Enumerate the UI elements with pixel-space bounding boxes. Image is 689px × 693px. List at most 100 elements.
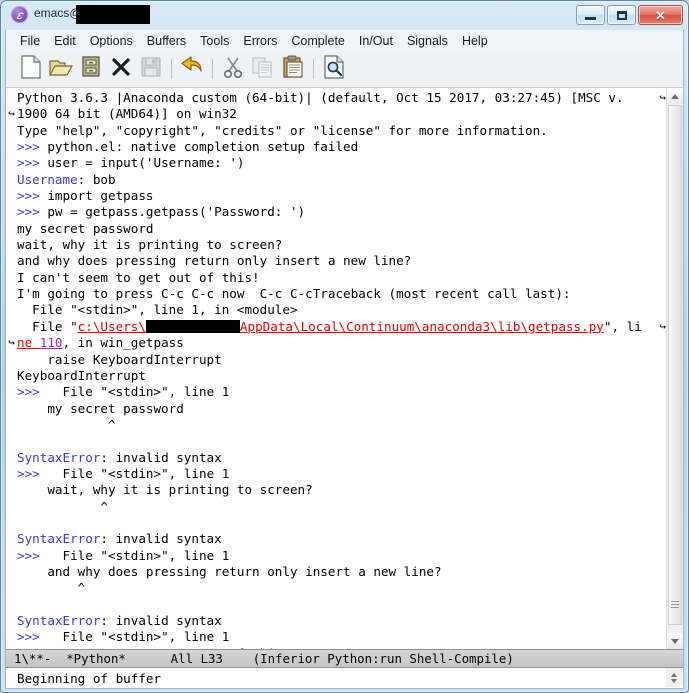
buffer-line: >>> File "<stdin>", line 1: [17, 466, 666, 482]
open-folder-icon: [48, 56, 74, 83]
buffer-text: File "<stdin>", line 1: [47, 547, 230, 563]
minibuffer-scroll-down-icon[interactable]: [671, 678, 677, 683]
minimize-button[interactable]: [576, 5, 605, 25]
close-buffer-button[interactable]: [106, 54, 136, 84]
save-icon: [140, 56, 162, 83]
copy-icon: [251, 56, 275, 83]
buffer-line: my secret password: [17, 401, 666, 417]
shell-prompt: >>>: [17, 465, 48, 481]
open-folder-button[interactable]: [46, 54, 76, 84]
minibuffer[interactable]: Beginning of buffer: [5, 668, 684, 689]
buffer-line: >>> File "<stdin>", line 1: [17, 384, 666, 400]
separator-3: [313, 59, 314, 79]
minibuffer-scrollbar[interactable]: [666, 668, 682, 687]
buffer-text: : invalid syntax: [100, 449, 222, 465]
buffer-text: SyntaxError: [17, 449, 101, 465]
buffer-line: >>> pw = getpass.getpass('Password: '): [17, 204, 666, 220]
scroll-grip-icon: [671, 599, 679, 610]
wrap-continuation-icon: ↪: [8, 107, 15, 121]
triangle-down-icon: [671, 638, 679, 644]
buffer-text: , in win_getpass: [62, 335, 184, 351]
buffer-text: Username: [17, 171, 78, 187]
buffer-line: raise KeyboardInterrupt: [17, 352, 666, 368]
search-button[interactable]: [319, 54, 349, 84]
new-file-button[interactable]: [16, 54, 46, 84]
search-icon: [323, 54, 345, 84]
buffer-line: >>> File "<stdin>", line 1: [17, 629, 666, 645]
shell-prompt: >>>: [17, 155, 48, 171]
minibuffer-text: Beginning of buffer: [17, 670, 162, 686]
save-as-icon: [80, 55, 102, 83]
scroll-thumb[interactable]: [668, 105, 682, 625]
toolbar: [5, 51, 684, 88]
scroll-down-arrow[interactable]: [667, 633, 683, 649]
buffer-line: and why does pressing return only insert…: [17, 564, 666, 580]
buffer-text: File "<stdin>", line 1: [47, 384, 230, 400]
close-button[interactable]: ✕: [638, 5, 683, 25]
buffer-line: I'm going to press C-c C-c now C-c C-cTr…: [17, 286, 666, 302]
menu-item-in-out[interactable]: In/Out: [352, 33, 400, 49]
buffer-text: and why does pressing return only insert…: [17, 253, 412, 269]
buffer-text: File "<stdin>", line 1, in <module>: [17, 302, 298, 318]
buffer-text: SyntaxError: [17, 531, 101, 547]
scroll-up-arrow[interactable]: [667, 88, 683, 104]
buffer-text: KeyboardInterrupt: [17, 367, 146, 383]
window-title: emacs@: [34, 6, 82, 20]
vertical-scrollbar[interactable]: [666, 88, 683, 649]
buffer-text: 110: [39, 335, 63, 351]
menu-item-signals[interactable]: Signals: [400, 33, 455, 49]
wrap-continuation-icon: ↪: [8, 336, 15, 350]
paste-button[interactable]: [278, 54, 308, 84]
buffer-text: File "<stdin>", line 1: [47, 465, 230, 481]
buffer-text: my secret password: [17, 400, 184, 416]
menu-item-file[interactable]: File: [13, 33, 47, 49]
left-fringe: ↪ ↪: [6, 88, 17, 649]
buffer-text: ne: [17, 335, 40, 351]
buffer-text: wait, why it is printing to screen?: [17, 237, 283, 253]
buffer-line: >>> python.el: native completion setup f…: [17, 139, 666, 155]
cut-button[interactable]: [218, 54, 248, 84]
buffer-text: AppData\Local\Continuum\anaconda3\lib\ge…: [239, 318, 604, 334]
buffer-line: Username: bob: [17, 172, 666, 188]
buffer-line: KeyboardInterrupt: [17, 368, 666, 384]
separator-1: [171, 59, 172, 79]
buffer-text: python.el: native completion setup faile…: [47, 139, 359, 155]
buffer-text: ^: [17, 498, 108, 514]
menu-item-complete[interactable]: Complete: [284, 33, 352, 49]
buffer-line: Type "help", "copyright", "credits" or "…: [17, 123, 666, 139]
buffer-line: SyntaxError: invalid syntax: [17, 450, 666, 466]
menu-item-errors[interactable]: Errors: [236, 33, 284, 49]
redaction-bar: [145, 319, 240, 333]
emacs-window: 𝜀 emacs@ ✕ File Edit Options Buffers Tools Er…: [0, 0, 689, 693]
menu-item-tools[interactable]: Tools: [193, 33, 236, 49]
buffer-text: : bob: [77, 171, 116, 187]
triangle-up-icon: [671, 93, 679, 99]
menu-item-options[interactable]: Options: [83, 33, 140, 49]
undo-button[interactable]: [177, 54, 207, 84]
buffer-line: wait, why it is printing to screen?: [17, 237, 666, 253]
wrap-continuation-icon: ↪: [659, 91, 666, 104]
undo-icon: [180, 55, 204, 83]
buffer-text: Type "help", "copyright", "credits" or "…: [17, 122, 548, 138]
buffer-text: ^: [17, 416, 116, 432]
menu-item-help[interactable]: Help: [455, 33, 495, 49]
save-as-button[interactable]: [76, 54, 106, 84]
title-bar[interactable]: 𝜀 emacs@ ✕: [0, 0, 689, 30]
caption-buttons: ✕: [576, 5, 683, 25]
python-shell-buffer[interactable]: ↪ Python 3.6.3 |Anaconda custom (64-bit)|…: [17, 88, 666, 649]
menu-item-buffers[interactable]: Buffers: [140, 33, 193, 49]
maximize-button[interactable]: [607, 5, 636, 25]
wrap-continuation-icon: ↪: [659, 319, 666, 333]
menu-item-edit[interactable]: Edit: [47, 33, 83, 49]
buffer-text: I'm going to press C-c C-c now C-c C-cTr…: [17, 286, 571, 302]
buffer-text: my secret password: [17, 220, 154, 236]
new-file-icon: [20, 54, 42, 84]
buffer-line: ^: [17, 417, 666, 433]
buffer-line: >>> import getpass: [17, 188, 666, 204]
shell-prompt: >>>: [17, 547, 48, 563]
emacs-icon: 𝜀: [11, 6, 28, 23]
buffer-line: >>> File "<stdin>", line 1: [17, 548, 666, 564]
buffer-line: I can't seem to get out of this!: [17, 270, 666, 286]
minibuffer-scroll-up-icon[interactable]: [671, 672, 677, 677]
buffer-line: and why does pressing return only insert…: [17, 253, 666, 269]
